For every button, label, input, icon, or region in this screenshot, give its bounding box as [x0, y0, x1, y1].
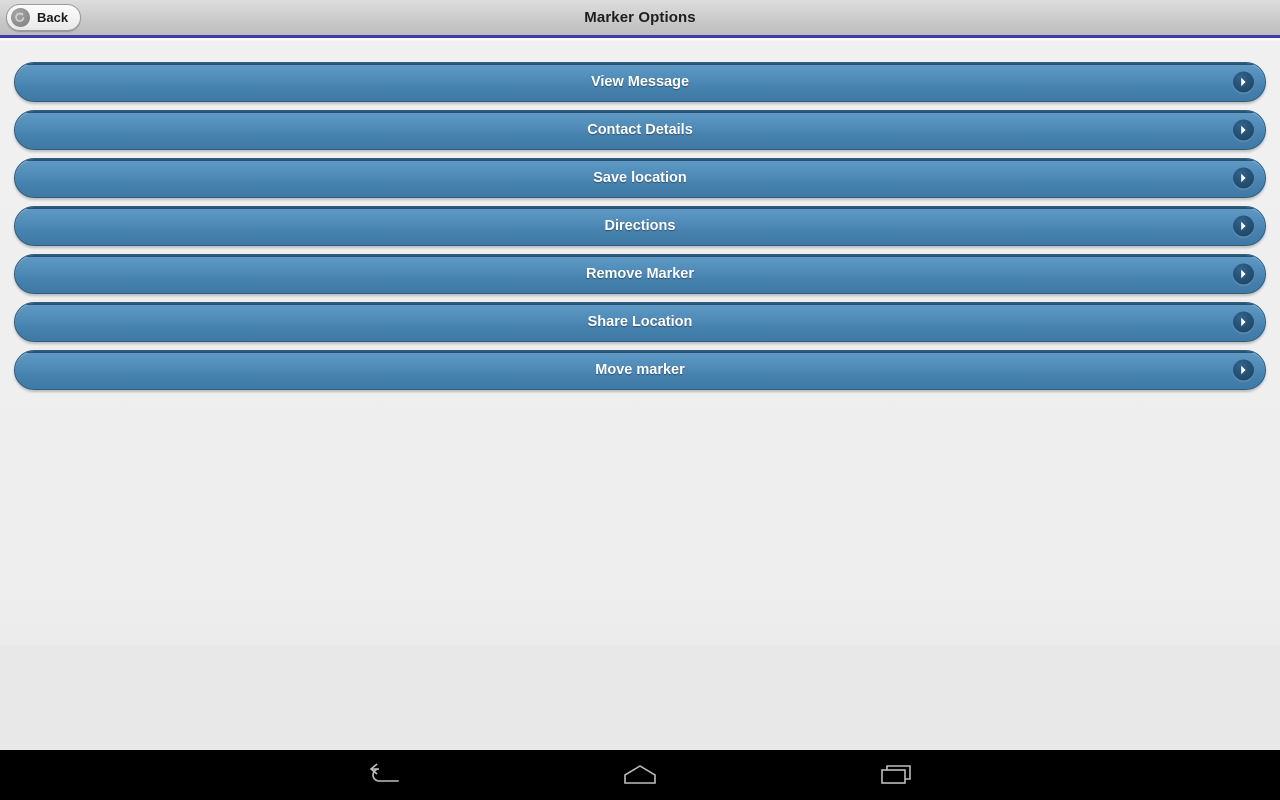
option-label: Remove Marker: [586, 266, 694, 282]
page-title: Marker Options: [584, 9, 696, 26]
system-navigation-bar: [0, 750, 1280, 800]
nav-spacer-left: [448, 775, 576, 776]
option-button-directions[interactable]: Directions: [14, 206, 1266, 246]
option-label: Share Location: [587, 314, 693, 330]
app-screen: Back Marker Options View Message Contact…: [0, 0, 1280, 800]
back-arrow-icon: [367, 762, 401, 788]
home-icon: [620, 762, 660, 788]
marker-options-list: View Message Contact Details Save locati…: [14, 62, 1266, 390]
option-label: Directions: [604, 218, 676, 234]
back-button-label: Back: [37, 10, 69, 25]
option-button-contact-details[interactable]: Contact Details: [14, 110, 1266, 150]
nav-back-button[interactable]: [320, 750, 448, 800]
option-label: View Message: [590, 74, 690, 90]
chevron-right-icon: [1233, 71, 1254, 93]
lower-panel: [0, 645, 1280, 750]
option-label: Move marker: [595, 362, 685, 378]
chevron-right-icon: [1233, 167, 1254, 189]
option-button-save-location[interactable]: Save location: [14, 158, 1266, 198]
nav-spacer-right: [704, 775, 832, 776]
option-button-share-location[interactable]: Share Location: [14, 302, 1266, 342]
option-label: Save location: [593, 170, 687, 186]
chevron-right-icon: [1233, 359, 1254, 381]
recent-apps-icon: [879, 762, 913, 788]
chevron-right-icon: [1233, 263, 1254, 285]
lower-panel-upper: [0, 617, 1280, 645]
option-button-remove-marker[interactable]: Remove Marker: [14, 254, 1266, 294]
option-button-move-marker[interactable]: Move marker: [14, 350, 1266, 390]
content-area: View Message Contact Details Save locati…: [0, 38, 1280, 617]
chevron-right-icon: [1233, 311, 1254, 333]
chevron-right-icon: [1233, 119, 1254, 141]
back-button[interactable]: Back: [6, 4, 82, 31]
nav-home-button[interactable]: [576, 750, 704, 800]
option-button-view-message[interactable]: View Message: [14, 62, 1266, 102]
option-label: Contact Details: [587, 122, 693, 138]
back-circle-arrow-icon: [11, 8, 30, 27]
title-bar: Back Marker Options: [0, 0, 1280, 38]
nav-recents-button[interactable]: [832, 750, 960, 800]
chevron-right-icon: [1233, 215, 1254, 237]
